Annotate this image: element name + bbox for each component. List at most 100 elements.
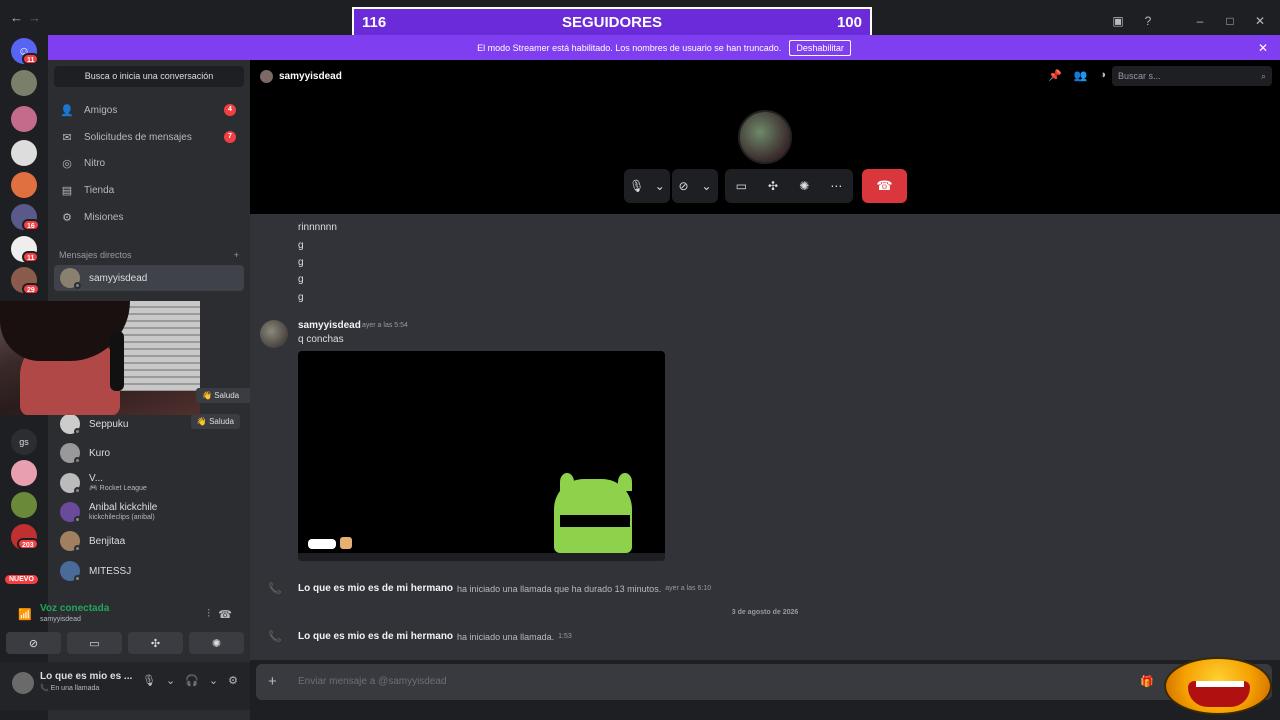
message-input[interactable]: Enviar mensaje a @samyyisdead xyxy=(298,676,447,687)
video-embed[interactable] xyxy=(298,351,665,561)
server-badge: 29 xyxy=(22,283,40,295)
call-author[interactable]: Lo que es mio es de mi hermano xyxy=(298,583,453,594)
server-badge: 11 xyxy=(22,251,40,263)
dm-header-label: Mensajes directos xyxy=(59,250,132,260)
nitro-icon: ◎ xyxy=(62,157,72,170)
message-author[interactable]: samyyisdead xyxy=(298,320,361,331)
channel-name: samyyisdead xyxy=(279,71,342,82)
chevron-down-icon[interactable]: ⌄ xyxy=(701,179,711,193)
dm-item[interactable]: Kuro xyxy=(54,440,244,466)
camera-off-icon[interactable]: ⊘ xyxy=(678,179,688,193)
server-icon[interactable] xyxy=(11,140,37,166)
video-progress-bar[interactable] xyxy=(298,553,665,561)
server-icon[interactable] xyxy=(11,460,37,486)
dm-item[interactable]: MITESSJ xyxy=(54,558,244,584)
call-author[interactable]: Lo que es mio es de mi hermano xyxy=(298,631,453,642)
mail-icon: ✉ xyxy=(62,131,72,144)
camera-off-icon[interactable]: ⊘ xyxy=(6,632,61,654)
soundboard-icon[interactable]: ✺ xyxy=(189,632,244,654)
profile-icon[interactable]: ◑ xyxy=(1099,69,1106,82)
screen-share-icon[interactable]: ▭ xyxy=(67,632,122,654)
plus-icon[interactable]: + xyxy=(234,250,239,260)
dm-item[interactable]: Benjitaa xyxy=(54,528,244,554)
help-icon[interactable]: ? xyxy=(1140,14,1156,28)
user-status: 📞 En una llamada xyxy=(40,685,100,692)
add-friend-icon[interactable]: 👥 xyxy=(1074,69,1088,82)
nav-label: Amigos xyxy=(84,104,118,116)
end-call-button[interactable]: ☎ xyxy=(862,169,907,203)
people-icon: 👤 xyxy=(60,104,74,117)
dm-name: samyyisdead xyxy=(89,272,148,284)
message-composer[interactable]: + Enviar mensaje a @samyyisdead 🎁 xyxy=(256,664,1272,700)
nav-label: Solicitudes de mensajes xyxy=(84,131,192,143)
noise-suppression-icon[interactable]: ⫶ xyxy=(207,608,210,621)
gear-icon[interactable]: ⚙ xyxy=(228,674,238,687)
server-gs[interactable]: gs xyxy=(11,429,37,455)
screen-share-icon[interactable]: ▭ xyxy=(736,179,747,193)
pin-icon[interactable]: 📌 xyxy=(1048,69,1062,82)
plus-icon[interactable]: + xyxy=(268,673,277,690)
nav-label: Misiones xyxy=(84,211,124,223)
microphone-icon[interactable]: 🎙 xyxy=(629,179,644,193)
hangup-icon: ☎ xyxy=(876,178,893,193)
message-text: g xyxy=(298,240,304,251)
avatar[interactable] xyxy=(260,320,288,348)
search-input[interactable]: Buscar s... ⌕ xyxy=(1112,66,1272,86)
chevron-down-icon[interactable]: ⌄ xyxy=(166,674,175,687)
dm-item[interactable]: Anibal kickchile kickchileclips (anibal) xyxy=(54,499,244,525)
server-icon[interactable] xyxy=(11,492,37,518)
message-text: g xyxy=(298,257,304,268)
avatar xyxy=(60,414,81,435)
laughing-emoji-overlay xyxy=(1164,657,1272,715)
nav-friends[interactable]: 👤 Amigos 4 xyxy=(54,98,244,122)
followers-current: 116 xyxy=(362,13,387,31)
server-icon[interactable] xyxy=(11,172,37,198)
nav-nitro[interactable]: ◎ Nitro xyxy=(54,151,244,175)
arrow-left-icon[interactable]: ← xyxy=(10,10,23,25)
microphone-icon[interactable]: 🎙 xyxy=(142,674,156,687)
minimize-icon[interactable]: – xyxy=(1192,14,1208,28)
nav-label: Tienda xyxy=(84,184,115,196)
nav-message-requests[interactable]: ✉ Solicitudes de mensajes 7 xyxy=(54,125,244,149)
more-icon[interactable]: ⋯ xyxy=(830,179,842,193)
chevron-down-icon[interactable]: ⌄ xyxy=(655,179,665,193)
followers-goal: 100 xyxy=(836,13,862,31)
close-window-icon[interactable]: ✕ xyxy=(1252,14,1268,28)
date-divider: 3 de agosto de 2026 xyxy=(731,609,799,616)
camera-control[interactable]: ⊘ ⌄ xyxy=(672,169,718,203)
nav-quests[interactable]: ⚙ Misiones xyxy=(54,205,244,229)
message-text: rinnnnnn xyxy=(298,222,337,233)
gift-icon[interactable]: 🎁 xyxy=(1140,675,1154,688)
arrow-right-icon[interactable]: → xyxy=(28,10,41,25)
nav-shop[interactable]: ▤ Tienda xyxy=(54,178,244,202)
disconnect-icon[interactable]: ☎ xyxy=(218,608,232,621)
call-timestamp: 1:53 xyxy=(558,633,572,640)
dm-section-header: Mensajes directos + xyxy=(59,250,239,260)
search-placeholder: Buscar s... xyxy=(1118,71,1161,81)
inbox-icon[interactable]: ▣ xyxy=(1110,14,1126,28)
headphones-icon[interactable]: 🎧 xyxy=(185,674,199,687)
mic-control[interactable]: 🎙 ⌄ xyxy=(624,169,670,203)
server-icon[interactable] xyxy=(11,70,37,96)
disable-streamer-button[interactable]: Deshabilitar xyxy=(789,39,851,56)
call-participant-avatar[interactable] xyxy=(738,110,792,164)
dm-search-input[interactable]: Busca o inicia una conversación xyxy=(54,66,244,87)
dm-item[interactable]: samyyisdead xyxy=(54,265,244,291)
activities-icon[interactable]: ✣ xyxy=(128,632,183,654)
wave-button[interactable]: 👋 Saluda xyxy=(190,414,240,429)
voice-channel[interactable]: samyyisdead xyxy=(40,616,81,623)
server-icon[interactable] xyxy=(11,106,37,132)
server-badge: 16 xyxy=(22,219,40,231)
dm-item[interactable]: V... 🎮 Rocket League xyxy=(54,470,244,496)
call-log-row: 📞 Lo que es mio es de mi hermano ha inic… xyxy=(268,630,572,643)
maximize-icon[interactable]: □ xyxy=(1222,14,1238,28)
chevron-down-icon[interactable]: ⌄ xyxy=(209,674,218,687)
close-icon[interactable]: ✕ xyxy=(1258,41,1268,55)
soundboard-icon[interactable]: ✺ xyxy=(799,179,809,193)
dm-name: V... xyxy=(89,473,104,484)
nav-label: Nitro xyxy=(84,157,106,169)
avatar[interactable] xyxy=(12,672,34,694)
activities-icon[interactable]: ✣ xyxy=(768,179,778,193)
webcam-overlay xyxy=(0,301,200,415)
dm-name: Anibal kickchile xyxy=(89,502,158,513)
